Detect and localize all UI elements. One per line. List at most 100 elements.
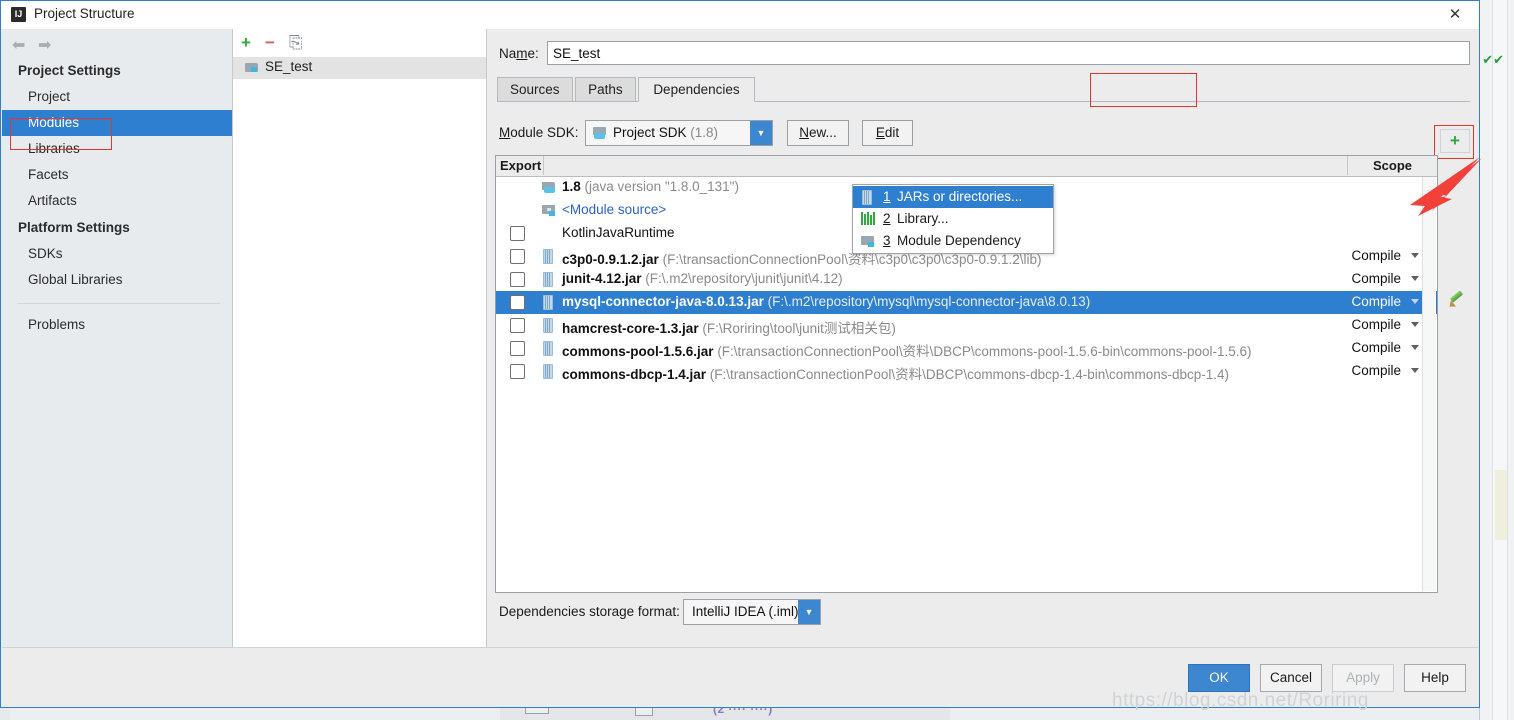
table-row[interactable]: commons-pool-1.5.6.jar (F:\transactionCo… [496,337,1437,360]
scope-value[interactable]: Compile [1351,340,1401,355]
remove-module-icon[interactable]: − [265,34,275,51]
chevron-down-icon[interactable] [1411,322,1419,327]
menu-item-number: 2 [883,211,891,226]
sdk-folder-icon [593,127,607,140]
scope-value[interactable]: Compile [1351,271,1401,286]
sidebar-item-artifacts[interactable]: Artifacts [2,188,232,214]
module-sdk-row: Module SDK: Project SDK (1.8) ▼ New... E… [487,119,1478,147]
module-list-item[interactable]: SE_test [233,57,486,79]
menu-item-label: Module Dependency [897,233,1021,248]
add-module-icon[interactable]: + [241,34,251,51]
sidebar-item-sdks[interactable]: SDKs [2,241,232,267]
add-dependency-button[interactable]: + [1440,129,1470,153]
project-structure-dialog: IJ Project Structure ✕ ⬅ ➡ Project Setti… [0,0,1480,708]
module-tabs: Sources Paths Dependencies [497,77,755,102]
export-checkbox[interactable] [510,226,525,241]
library-icon [861,212,876,227]
table-row[interactable]: junit-4.12.jar (F:\.m2\repository\junit\… [496,268,1437,291]
scope-value[interactable]: Compile [1351,363,1401,378]
dependencies-scrollbar[interactable] [1422,177,1436,591]
table-row[interactable]: commons-dbcp-1.4.jar (F:\transactionConn… [496,360,1437,383]
chevron-down-icon[interactable] [1411,276,1419,281]
scope-value[interactable]: Compile [1351,294,1401,309]
module-sdk-combobox[interactable]: Project SDK (1.8) ▼ [585,120,773,146]
table-row[interactable]: mysql-connector-java-8.0.13.jar (F:\.m2\… [496,291,1437,314]
new-sdk-button[interactable]: New... [787,120,849,146]
sidebar-group-header-platform: Platform Settings [18,220,130,235]
backdrop-scrollbar[interactable] [1492,0,1508,720]
export-checkbox[interactable] [510,364,525,379]
chevron-down-icon[interactable] [1411,368,1419,373]
folder-sdk-icon [542,180,557,195]
cancel-button[interactable]: Cancel [1260,664,1322,692]
chevron-down-icon[interactable] [1411,253,1419,258]
sidebar-item-modules[interactable]: Modules [2,110,232,136]
chevron-down-icon[interactable] [1411,299,1419,304]
modules-toolbar: + − ⎘ [233,29,486,57]
sidebar-group-header: Project Settings [18,63,121,78]
edit-sdk-button[interactable]: Edit [862,120,913,146]
column-header-export: Export [496,156,544,175]
tab-paths[interactable]: Paths [575,77,636,102]
table-row[interactable]: hamcrest-core-1.3.jar (F:\Roriring\tool\… [496,314,1437,337]
forward-arrow-icon[interactable]: ➡ [38,35,51,55]
apply-button[interactable]: Apply [1332,664,1394,692]
ok-button[interactable]: OK [1188,664,1250,692]
sidebar-item-global-libraries[interactable]: Global Libraries [2,267,232,293]
sidebar-item-facets[interactable]: Facets [2,162,232,188]
table-row-text: 1.8 (java version "1.8.0_131") [562,179,739,194]
export-checkbox[interactable] [510,295,525,310]
storage-format-row: Dependencies storage format: IntelliJ ID… [495,599,1438,625]
table-row-text: junit-4.12.jar (F:\.m2\repository\junit\… [562,271,843,286]
table-row-text: commons-dbcp-1.4.jar (F:\transactionConn… [562,367,1230,382]
chevron-down-icon[interactable] [1411,345,1419,350]
sidebar-divider [18,303,220,304]
storage-format-combobox[interactable]: IntelliJ IDEA (.iml) ▼ [683,599,821,625]
jar-icon [542,318,557,333]
jar-icon [542,364,557,379]
module-name-input[interactable] [547,41,1470,65]
chevron-down-icon[interactable]: ▼ [750,121,772,145]
column-header-scope: Scope [1347,156,1437,175]
scope-value[interactable]: Compile [1351,248,1401,263]
backdrop-scrollbar-thumb[interactable] [1495,470,1507,540]
close-icon[interactable]: ✕ [1441,4,1469,26]
scope-value[interactable]: Compile [1351,317,1401,332]
sidebar-item-libraries[interactable]: Libraries [2,136,232,162]
jar-icon [542,249,557,264]
copy-module-icon[interactable]: ⎘ [289,34,303,51]
dialog-body: ⬅ ➡ Project Settings Project Modules Lib… [1,29,1479,707]
app-logo-icon: IJ [11,7,26,22]
export-checkbox[interactable] [510,341,525,356]
help-button[interactable]: Help [1404,664,1466,692]
menu-item-jars-or-directories[interactable]: 1 JARs or directories... [853,186,1053,208]
menu-item-module-dependency[interactable]: 3 Module Dependency [853,230,1053,252]
menu-item-label: JARs or directories... [897,189,1023,204]
menu-item-number: 3 [883,233,891,248]
export-checkbox[interactable] [510,249,525,264]
chevron-down-icon[interactable]: ▼ [798,600,820,624]
table-row-text: <Module source> [562,202,667,217]
storage-format-label: Dependencies storage format: [499,604,680,619]
module-name-label: Name: [499,46,539,61]
pencil-icon[interactable] [1447,290,1464,310]
table-row-text: hamcrest-core-1.3.jar (F:\Roriring\tool\… [562,321,896,336]
menu-item-library[interactable]: 2 Library... [853,208,1053,230]
table-row-text: mysql-connector-java-8.0.13.jar (F:\.m2\… [562,294,1091,309]
back-arrow-icon[interactable]: ⬅ [12,35,25,55]
module-sdk-value: Project SDK (1.8) [613,125,719,140]
tab-dependencies[interactable]: Dependencies [638,77,755,102]
sidebar-item-project[interactable]: Project [2,84,232,110]
export-checkbox[interactable] [510,318,525,333]
jar-icon [861,190,876,205]
storage-format-value: IntelliJ IDEA (.iml) [692,604,799,619]
sidebar-item-problems[interactable]: Problems [2,312,232,338]
tab-sources[interactable]: Sources [497,77,573,102]
sidebar-nav-arrows: ⬅ ➡ [2,29,232,57]
menu-item-number: 1 [883,189,891,204]
module-folder-icon [245,61,259,73]
kotlin-icon [542,226,557,241]
module-name-row: Name: [487,41,1470,67]
export-checkbox[interactable] [510,272,525,287]
watermark-text: https://blog.csdn.net/Roriring [1112,690,1369,711]
